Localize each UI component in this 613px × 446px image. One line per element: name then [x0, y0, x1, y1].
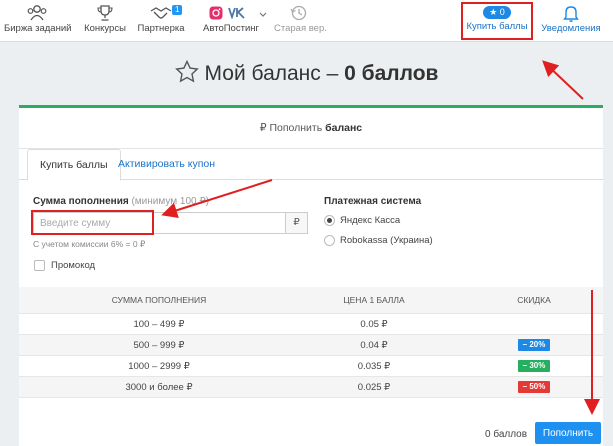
discount-badge: – 30% [517, 360, 551, 373]
header-price: ЦЕНА 1 БАЛЛА [343, 295, 405, 305]
radio-robokassa[interactable] [324, 235, 335, 246]
users-icon [27, 5, 47, 21]
amount-label: Сумма пополнения (минимум 100 ₽) [33, 196, 209, 207]
discount-badge: – 20% [517, 339, 551, 352]
nav-label-partner: Партнерка [137, 23, 185, 34]
cell-range: 100 – 499 ₽ [133, 319, 185, 330]
balance-value: 0 баллов [344, 62, 439, 85]
nav-item-autoposting[interactable]: АвтоПостинг [196, 3, 267, 39]
card-header-bold: баланс [325, 122, 363, 134]
payment-label: Платежная система [324, 196, 422, 207]
history-icon [290, 5, 307, 21]
ruble-addon: ₽ [286, 212, 308, 234]
amount-hint: (минимум 100 ₽) [131, 196, 210, 207]
notifications-label: Уведомления [541, 23, 601, 34]
star-outline-icon [174, 59, 199, 83]
label-robokassa: Robokassa (Украина) [340, 235, 433, 246]
notifications-button[interactable]: Уведомления [538, 3, 604, 39]
nav-label-task-exchange: Биржа заданий [4, 23, 72, 34]
title-prefix: Мой баланс – [204, 62, 345, 85]
nav-item-partner[interactable]: 1 Партнерка [136, 3, 186, 39]
nav-label-old-version: Старая вер. [274, 23, 327, 34]
table-header: СУММА ПОПОЛНЕНИЯ ЦЕНА 1 БАЛЛА СКИДКА [19, 287, 603, 314]
highlight-buy-points [461, 2, 533, 40]
bell-icon [563, 6, 579, 22]
discount-badge: – 50% [517, 381, 551, 394]
nav-item-task-exchange[interactable]: Биржа заданий [4, 3, 72, 39]
top-up-button[interactable]: Пополнить [535, 422, 601, 444]
page-title: Мой баланс – 0 баллов [0, 59, 613, 86]
chevron-down-icon [259, 12, 267, 17]
cell-discount: – 50% [499, 377, 569, 398]
partner-badge: 1 [172, 5, 183, 15]
top-up-card: ₽ Пополнить баланс Купить баллы Активиро… [19, 105, 603, 446]
table-row: 3000 и более ₽ 0.025 ₽ – 50% [19, 377, 603, 398]
nav-item-old-version[interactable]: Старая вер. [274, 3, 327, 39]
top-navbar: Биржа заданий Конкурсы 1 Партнерка АвтоП… [0, 0, 613, 42]
card-header: ₽ Пополнить баланс [19, 108, 603, 149]
social-icons [201, 3, 267, 23]
cell-price: 0.025 ₽ [357, 382, 391, 393]
cell-discount: – 20% [499, 335, 569, 356]
highlight-amount-input [31, 210, 154, 235]
amount-label-text: Сумма пополнения [33, 196, 129, 207]
nav-item-contests[interactable]: Конкурсы [80, 3, 130, 39]
table-row: 500 – 999 ₽ 0.04 ₽ – 20% [19, 335, 603, 356]
nav-label-autoposting: АвтоПостинг [203, 23, 259, 34]
cell-range: 1000 – 2999 ₽ [128, 361, 190, 372]
promo-label: Промокод [51, 260, 96, 271]
vk-icon [228, 7, 245, 19]
promo-checkbox[interactable] [34, 260, 45, 271]
cell-range: 500 – 999 ₽ [133, 340, 185, 351]
card-header-prefix: ₽ Пополнить [259, 122, 326, 134]
radio-yandex-kassa[interactable] [324, 215, 335, 226]
header-amount: СУММА ПОПОЛНЕНИЯ [111, 295, 207, 305]
cell-price: 0.035 ₽ [357, 361, 391, 372]
cell-range: 3000 и более ₽ [125, 382, 193, 393]
instagram-icon [209, 6, 223, 20]
tab-activate-coupon[interactable]: Активировать купон [106, 149, 227, 180]
handshake-icon [150, 7, 172, 19]
tabs: Купить баллы Активировать купон [19, 149, 603, 181]
cell-discount: – 30% [499, 356, 569, 377]
table-row: 100 – 499 ₽ 0.05 ₽ [19, 314, 603, 335]
total-points: 0 баллов [485, 429, 528, 440]
cell-price: 0.04 ₽ [360, 340, 388, 351]
cell-price: 0.05 ₽ [360, 319, 388, 330]
commission-note: С учетом комиссии 6% = 0 ₽ [33, 239, 146, 249]
nav-label-contests: Конкурсы [84, 23, 126, 34]
table-row: 1000 – 2999 ₽ 0.035 ₽ – 30% [19, 356, 603, 377]
trophy-icon [97, 5, 113, 21]
label-yandex-kassa: Яндекс Касса [340, 215, 401, 226]
header-discount: СКИДКА [517, 295, 551, 305]
pricing-table: СУММА ПОПОЛНЕНИЯ ЦЕНА 1 БАЛЛА СКИДКА 100… [19, 287, 603, 398]
